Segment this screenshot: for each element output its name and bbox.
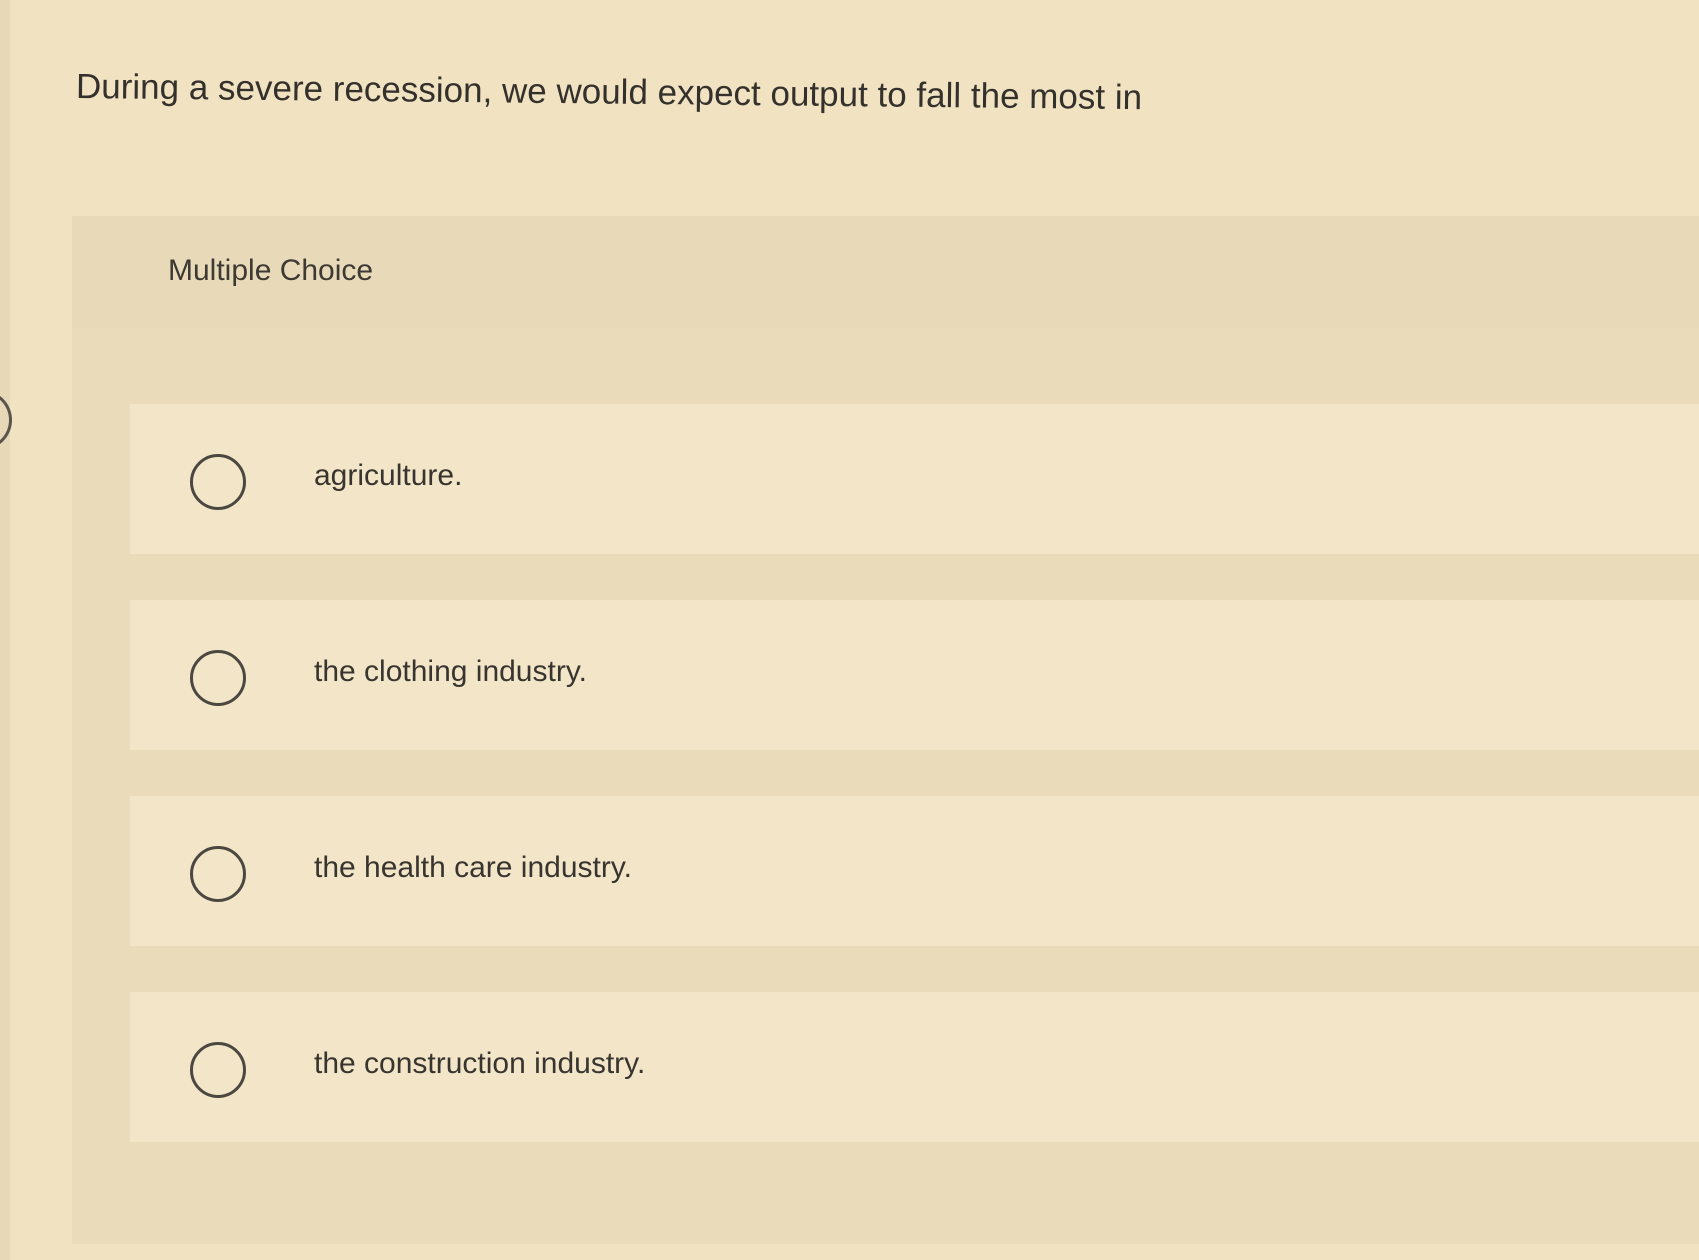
answer-label: the clothing industry. [314,655,587,688]
answer-label: the construction industry. [314,1047,646,1080]
radio-button[interactable] [190,1042,246,1098]
answer-option[interactable]: the health care industry. [130,796,1699,946]
answer-option[interactable]: the clothing industry. [130,600,1699,750]
answer-option[interactable]: the construction industry. [130,992,1699,1142]
panel-header: Multiple Choice [72,216,1699,328]
question-text: During a severe recession, we would expe… [75,67,1143,118]
answer-label: agriculture. [314,459,463,492]
left-edge [0,0,10,1260]
multiple-choice-panel: Multiple Choice agriculture. the clothin… [72,216,1699,1244]
radio-button[interactable] [190,846,246,902]
answer-label: the health care industry. [314,851,632,884]
panel-label: Multiple Choice [168,254,374,287]
radio-button[interactable] [190,650,246,706]
answer-option[interactable]: agriculture. [130,404,1699,554]
radio-button[interactable] [190,454,246,510]
